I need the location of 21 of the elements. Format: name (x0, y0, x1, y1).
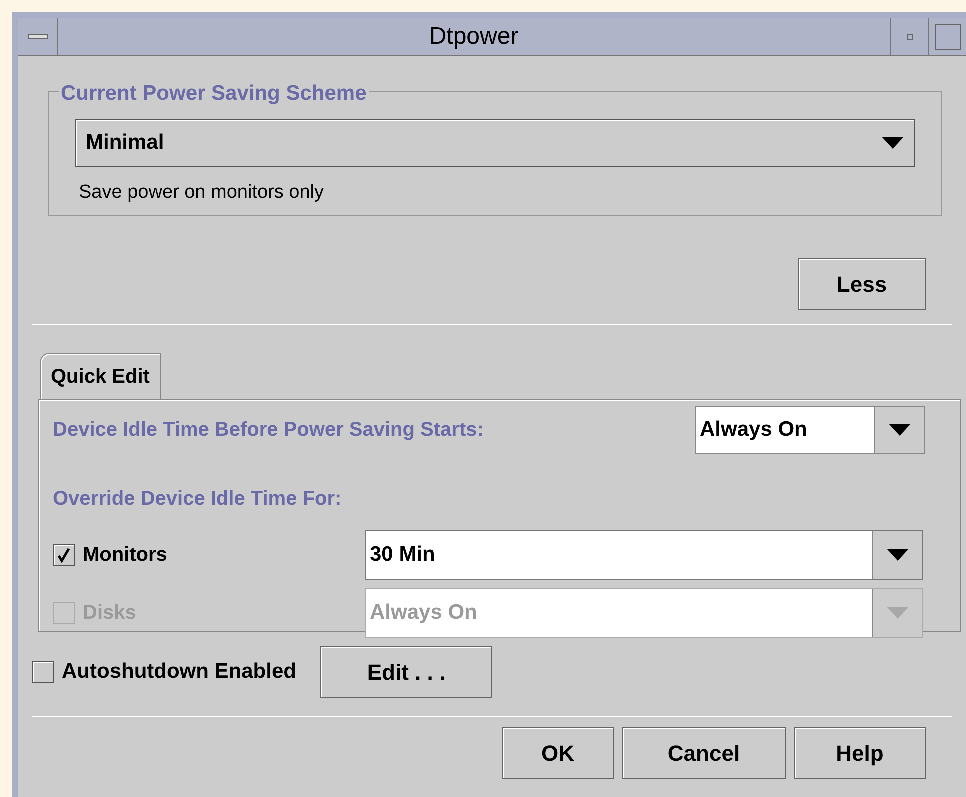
scheme-description: Save power on monitors only (79, 181, 326, 205)
idle-dropdown[interactable]: Always On (695, 406, 925, 454)
push-button[interactable]: Help (794, 727, 926, 779)
push-button[interactable]: OK (502, 727, 614, 779)
tab[interactable]: Quick Edit (40, 353, 161, 399)
push-button[interactable]: Less (798, 258, 926, 310)
override-label: Override Device Idle Time For: (53, 487, 343, 512)
device-dropdown[interactable]: 30 Min (365, 530, 923, 580)
push-button[interactable]: Cancel (622, 727, 786, 779)
checkbox[interactable] (32, 661, 54, 683)
idle-label: Device Idle Time Before Power Saving Starts: (53, 418, 485, 443)
caret-icon (888, 424, 910, 436)
caret-icon (886, 549, 908, 561)
device-label: Monitors (83, 543, 168, 568)
checkbox[interactable] (53, 544, 75, 566)
caret-icon (886, 607, 908, 619)
autoshutdown-label: Autoshutdown Enabled (62, 659, 296, 686)
push-button[interactable]: Edit . . . (320, 646, 492, 698)
caret-icon (882, 137, 904, 149)
scheme-dropdown[interactable]: Minimal (75, 119, 915, 167)
window-title: Dtpower (428, 22, 520, 52)
